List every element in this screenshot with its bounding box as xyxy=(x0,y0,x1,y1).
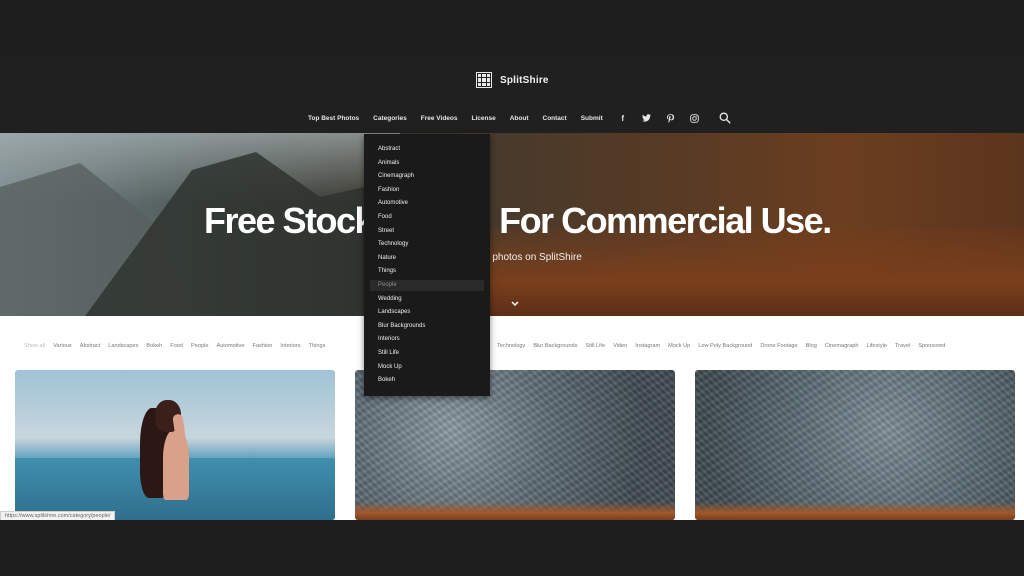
letterbox-top xyxy=(0,0,1024,57)
dropdown-item-food[interactable]: Food xyxy=(378,214,392,220)
filter-lifestyle[interactable]: Lifestyle xyxy=(866,343,887,349)
filter-travel[interactable]: Travel xyxy=(895,343,910,349)
filter-technology[interactable]: Technology xyxy=(497,343,525,349)
filter-mock-up[interactable]: Mock Up xyxy=(668,343,690,349)
nav-categories[interactable]: Categories xyxy=(373,115,407,122)
hero-title-right: For Commercial Use. xyxy=(499,200,832,241)
chevron-down-icon[interactable] xyxy=(510,296,520,307)
filter-show-all[interactable]: Show all xyxy=(24,343,45,349)
filter-abstract[interactable]: Abstract xyxy=(80,343,101,349)
filter-blog[interactable]: Blog xyxy=(806,343,817,349)
facebook-icon[interactable]: f xyxy=(617,114,629,123)
filter-people[interactable]: People xyxy=(191,343,208,349)
filter-cinemagraph[interactable]: Cinemagraph xyxy=(825,343,859,349)
dropdown-item-landscapes[interactable]: Landscapes xyxy=(378,309,410,315)
nav-free-videos[interactable]: Free Videos xyxy=(421,115,458,122)
dropdown-item-mock-up[interactable]: Mock Up xyxy=(378,364,402,370)
filter-bokeh[interactable]: Bokeh xyxy=(146,343,162,349)
dropdown-item-things[interactable]: Things xyxy=(378,268,396,274)
letterbox-bottom xyxy=(0,520,1024,576)
logo-text: SplitShire xyxy=(500,74,549,86)
instagram-icon[interactable] xyxy=(689,113,701,123)
filter-still-life[interactable]: Still Life xyxy=(585,343,605,349)
twitter-icon[interactable] xyxy=(641,114,653,122)
dropdown-item-automotive[interactable]: Automotive xyxy=(378,200,408,206)
dropdown-item-people[interactable]: People xyxy=(378,282,397,288)
filter-sponsored[interactable]: Sponsored xyxy=(918,343,945,349)
dropdown-item-wedding[interactable]: Wedding xyxy=(378,296,402,302)
nav-contact[interactable]: Contact xyxy=(543,115,567,122)
rust-edge xyxy=(355,502,675,520)
rust-edge xyxy=(695,502,1015,520)
filter-interiors[interactable]: Interiors xyxy=(280,343,300,349)
filter-drone-footage[interactable]: Drone Footage xyxy=(760,343,797,349)
filter-instagram[interactable]: Instagram xyxy=(635,343,660,349)
filter-various[interactable]: Various xyxy=(53,343,72,349)
nav-license[interactable]: License xyxy=(472,115,496,122)
filter-fashion[interactable]: Fashion xyxy=(252,343,272,349)
dropdown-item-nature[interactable]: Nature xyxy=(378,255,396,261)
filter-automotive[interactable]: Automotive xyxy=(216,343,244,349)
site-logo[interactable]: SplitShire xyxy=(476,72,549,88)
dropdown-item-bokeh[interactable]: Bokeh xyxy=(378,377,395,383)
dropdown-item-fashion[interactable]: Fashion xyxy=(378,187,399,193)
main-nav: Top Best Photos Categories Free Videos L… xyxy=(308,112,733,124)
rock-texture xyxy=(695,370,1015,520)
filter-low-poly-background[interactable]: Low Poly Background xyxy=(698,343,752,349)
nav-about[interactable]: About xyxy=(510,115,529,122)
photo-card-woman-sea[interactable] xyxy=(15,370,335,520)
category-filters-left: Show all Various Abstract Landscapes Bok… xyxy=(24,343,333,349)
dropdown-item-interiors[interactable]: Interiors xyxy=(378,336,400,342)
hero-title-left: Free Stock xyxy=(204,200,375,241)
dropdown-item-technology[interactable]: Technology xyxy=(378,241,408,247)
hero-subtitle: 7 photos on SplitShire xyxy=(484,252,582,263)
dropdown-item-abstract[interactable]: Abstract xyxy=(378,146,400,152)
hero-title: Free Stock For Commercial Use. xyxy=(204,200,832,242)
nav-top-best-photos[interactable]: Top Best Photos xyxy=(308,115,359,122)
dropdown-item-animals[interactable]: Animals xyxy=(378,160,399,166)
logo-icon xyxy=(476,72,492,88)
filter-landscapes[interactable]: Landscapes xyxy=(108,343,138,349)
nav-submit[interactable]: Submit xyxy=(581,115,603,122)
categories-dropdown: Abstract Animals Cinemagraph Fashion Aut… xyxy=(364,134,490,396)
search-icon[interactable] xyxy=(719,111,733,125)
pinterest-icon[interactable] xyxy=(665,113,677,123)
dropdown-item-blur-backgrounds[interactable]: Blur Backgrounds xyxy=(378,323,425,329)
filter-blur-backgrounds[interactable]: Blur Backgrounds xyxy=(533,343,577,349)
filter-food[interactable]: Food xyxy=(170,343,183,349)
filter-things[interactable]: Things xyxy=(309,343,326,349)
filter-video[interactable]: Video xyxy=(613,343,627,349)
dropdown-item-cinemagraph[interactable]: Cinemagraph xyxy=(378,173,414,179)
photo-card-texture-2[interactable] xyxy=(695,370,1015,520)
dropdown-item-still-life[interactable]: Still Life xyxy=(378,350,399,356)
category-filters-right: Technology Blur Backgrounds Still Life V… xyxy=(497,343,953,349)
dropdown-item-street[interactable]: Street xyxy=(378,228,394,234)
